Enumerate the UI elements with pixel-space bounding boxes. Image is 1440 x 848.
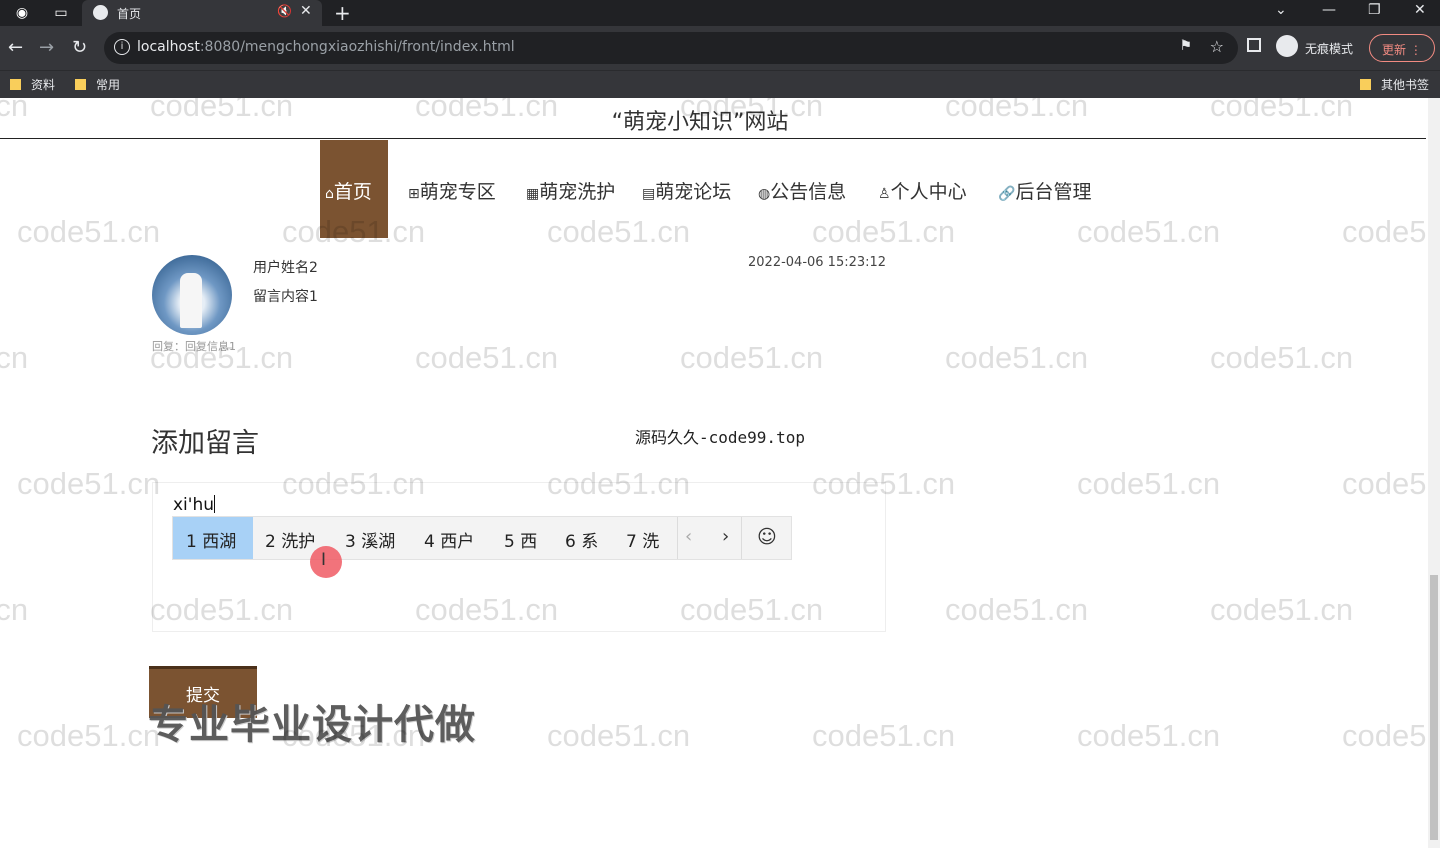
watermark-text: code51.cn	[1210, 592, 1354, 627]
side-panel-icon[interactable]	[1247, 38, 1261, 52]
window-icon[interactable]: ▭	[52, 4, 70, 22]
ime-candidate-bar: 1 西湖 2 洗护 3 溪湖 4 西户 5 西 6 系 7 洗 ‹ › ☺	[172, 516, 792, 560]
watermark-text: code51.cn	[812, 718, 956, 753]
ime-candidate[interactable]: 2 洗护	[265, 517, 315, 559]
tab-home[interactable]: 首页 🔇 ✕	[82, 0, 322, 26]
restore-button[interactable]: ❐	[1368, 2, 1381, 18]
back-arrow-icon[interactable]: ←	[8, 37, 23, 58]
close-tab-icon[interactable]: ✕	[300, 3, 312, 19]
ime-candidate[interactable]: 5 西	[504, 517, 537, 559]
page-viewport: “萌宠小知识”网站 ⌂首页 ⊞萌宠专区 ▦萌宠洗护 ▤萌宠论坛 ◍公告信息 ♙个…	[0, 98, 1428, 848]
text-caret	[214, 495, 216, 513]
emoji-icon[interactable]: ☺	[757, 526, 777, 548]
text-cursor-icon: I	[321, 550, 327, 570]
globe-icon: ◍	[758, 186, 771, 202]
watermark-text: code51.cn	[1342, 466, 1428, 501]
browser-logo-icon[interactable]: ◉	[13, 4, 31, 22]
scrollbar-thumb[interactable]	[1430, 575, 1438, 840]
forward-arrow-icon[interactable]: →	[39, 37, 54, 58]
folder-icon	[10, 79, 21, 90]
message-reply: 回复：回复信息1	[152, 340, 236, 353]
globe-icon	[93, 5, 108, 20]
ime-next-icon[interactable]: ›	[722, 526, 729, 547]
ime-candidate[interactable]: 3 溪湖	[345, 517, 395, 559]
mute-icon[interactable]: 🔇	[277, 4, 292, 18]
home-icon: ⌂	[325, 186, 334, 202]
user-icon: ♙	[878, 186, 891, 202]
ime-candidate[interactable]: 7 洗	[626, 517, 659, 559]
ime-candidate[interactable]: 1 西湖	[173, 517, 253, 559]
tab-title: 首页	[117, 7, 142, 21]
watermark-text: code51.cn	[547, 718, 691, 753]
watermark-text: code51.cn	[1077, 466, 1221, 501]
address-bar[interactable]: i localhost:8080/mengchongxiaozhishi/fro…	[104, 32, 1238, 64]
watermark-text: code51.cn	[1342, 718, 1428, 753]
watermark-text: code51.cn	[1077, 718, 1221, 753]
reload-icon[interactable]: ↻	[72, 37, 87, 58]
watermark-text: code51.cn	[17, 466, 161, 501]
watermark-text: code51.cn	[17, 214, 161, 249]
avatar	[152, 255, 232, 335]
bookmark-folder-changyong[interactable]: 常用	[75, 76, 120, 93]
watermark-text: code51.cn	[1210, 340, 1354, 375]
watermark-text: code51.cn	[1342, 214, 1428, 249]
browser-tab-bar: ◉ ▭ 首页 🔇 ✕ + ⌄ — ❐ ✕	[0, 0, 1440, 26]
message-username: 用户姓名2	[253, 260, 318, 276]
minimize-button[interactable]: —	[1322, 2, 1336, 18]
folder-icon	[75, 79, 86, 90]
nav-pet-forum[interactable]: ▤萌宠论坛	[642, 140, 731, 238]
close-window-button[interactable]: ✕	[1414, 2, 1426, 18]
watermark-text: code51.cn	[945, 340, 1089, 375]
ime-prev-icon[interactable]: ‹	[685, 526, 692, 547]
watermark-text: code51.cn	[415, 340, 559, 375]
bookmarks-bar: 资料 常用 其他书签	[0, 70, 1440, 98]
watermark-text: code51.cn	[0, 340, 29, 375]
update-button[interactable]: 更新 ⋮	[1369, 34, 1435, 62]
ime-separator	[677, 517, 678, 559]
incognito-label: 无痕模式	[1305, 42, 1354, 56]
ime-candidate[interactable]: 4 西户	[424, 517, 474, 559]
incognito-icon	[1276, 35, 1298, 57]
source-watermark: 源码久久-code99.top	[635, 428, 805, 447]
url-text[interactable]: localhost:8080/mengchongxiaozhishi/front…	[137, 39, 515, 55]
promo-overlay-text: 专业毕业设计代做	[148, 702, 476, 748]
watermark-text: code51.cn	[1077, 214, 1221, 249]
message-time: 2022-04-06 15:23:12	[748, 255, 887, 270]
forum-icon: ▤	[642, 186, 656, 202]
bookmark-folder-ziliao[interactable]: 资料	[10, 76, 55, 93]
watermark-text: code51.cn	[680, 340, 824, 375]
ime-candidate[interactable]: 6 系	[565, 517, 598, 559]
folder-icon	[1360, 79, 1371, 90]
browser-toolbar: ← → ↻ i localhost:8080/mengchongxiaozhis…	[0, 26, 1440, 70]
tab-search-icon[interactable]: ⌄	[1275, 2, 1287, 18]
nav-pet-grooming[interactable]: ▦萌宠洗护	[526, 140, 615, 238]
watermark-text: code51.cn	[945, 592, 1089, 627]
link-icon: 🔗	[998, 186, 1016, 202]
watermark-text: code51.cn	[17, 718, 161, 753]
translate-icon[interactable]: ⚑	[1179, 38, 1192, 54]
site-info-icon[interactable]: i	[114, 39, 130, 55]
grooming-icon: ▦	[526, 186, 540, 202]
watermark-text: code51.cn	[0, 592, 29, 627]
new-tab-button[interactable]: +	[334, 1, 351, 25]
nav-personal-center[interactable]: ♙个人中心	[878, 140, 967, 238]
other-bookmarks[interactable]: 其他书签	[1360, 76, 1429, 93]
site-title: “萌宠小知识”网站	[611, 110, 789, 135]
message-content: 留言内容1	[253, 289, 318, 305]
nav-admin[interactable]: 🔗后台管理	[998, 140, 1091, 238]
title-divider	[0, 138, 1426, 139]
message-input-text: xi'hu	[173, 495, 215, 515]
nav-pet-zone[interactable]: ⊞萌宠专区	[408, 140, 496, 238]
nav-home[interactable]: ⌂首页	[320, 140, 388, 238]
add-message-title: 添加留言	[151, 428, 259, 459]
grid-icon: ⊞	[408, 186, 420, 202]
bookmark-star-icon[interactable]: ☆	[1210, 37, 1224, 56]
ime-separator	[741, 517, 742, 559]
nav-announcements[interactable]: ◍公告信息	[758, 140, 846, 238]
